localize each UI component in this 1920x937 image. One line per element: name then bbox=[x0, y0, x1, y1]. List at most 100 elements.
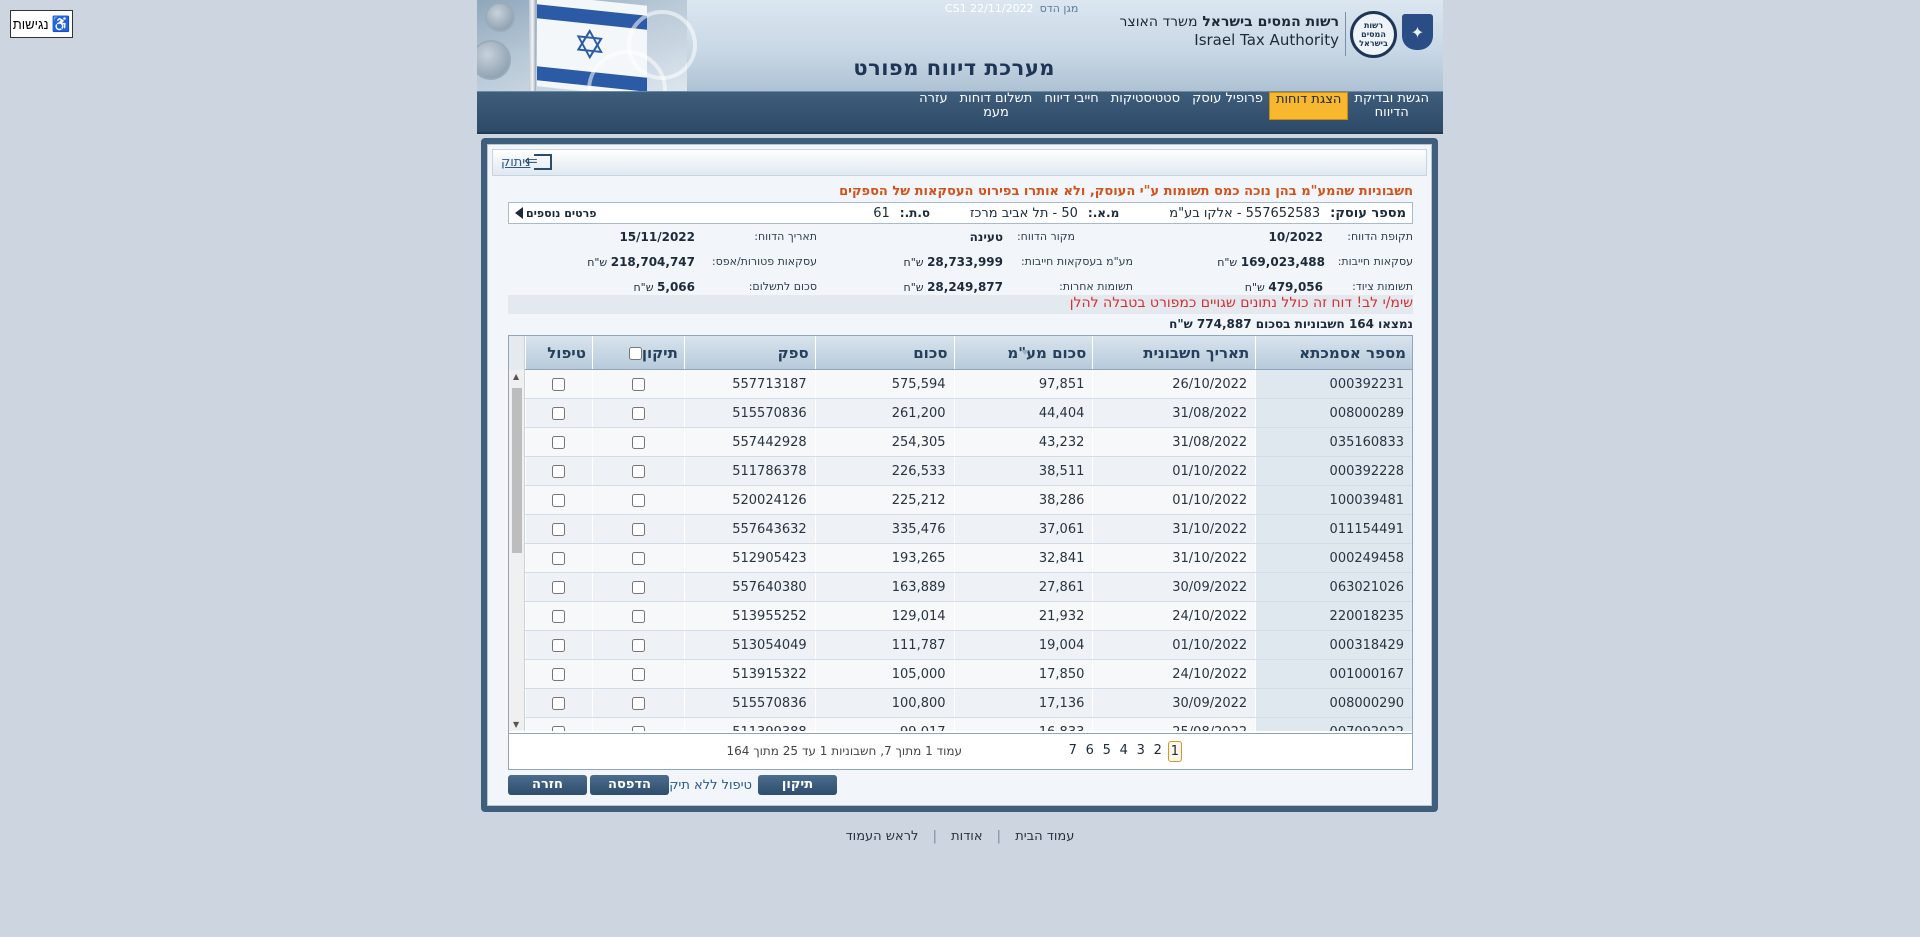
nav-item[interactable]: תשלום דוחות מעמ bbox=[954, 92, 1039, 120]
nav-item[interactable]: חייבי דיווח bbox=[1038, 92, 1104, 120]
taxable-cell: עסקאות חייבות: bbox=[1338, 255, 1413, 268]
fix-checkbox[interactable] bbox=[631, 668, 645, 681]
select-all-fix-checkbox[interactable] bbox=[628, 347, 642, 360]
nav-item[interactable]: סטטיסטיקות bbox=[1105, 92, 1186, 120]
action-buttons: תיקון טיפול ללא תיקון הדפסה חזרה bbox=[508, 775, 1413, 797]
handle-checkbox[interactable] bbox=[552, 581, 566, 594]
cell-supplier: 515570836 bbox=[683, 399, 815, 427]
footer-home-link[interactable]: עמוד הבית bbox=[1015, 829, 1074, 844]
fix-checkbox[interactable] bbox=[631, 581, 645, 594]
nav-item-label: הגשת ובדיקת bbox=[1354, 91, 1429, 106]
column-header-vat[interactable]: סכום מע"מ bbox=[953, 336, 1093, 369]
handle-checkbox[interactable] bbox=[552, 610, 566, 623]
handle-checkbox[interactable] bbox=[552, 523, 566, 536]
nav-item[interactable]: פרופיל עוסק bbox=[1186, 92, 1269, 120]
handle-checkbox[interactable] bbox=[552, 726, 566, 731]
scroll-up-icon[interactable]: ▲ bbox=[513, 372, 519, 381]
page-number[interactable]: 1 bbox=[1167, 741, 1182, 762]
fix-checkbox[interactable] bbox=[631, 639, 645, 652]
fix-checkbox[interactable] bbox=[631, 610, 645, 623]
back-button[interactable]: חזרה bbox=[508, 775, 587, 795]
payment-label: סכום לתשלום: bbox=[748, 280, 817, 293]
nav-item[interactable]: הגשת ובדיקת הדיווח bbox=[1348, 92, 1435, 120]
page-number[interactable]: 4 bbox=[1117, 741, 1131, 762]
handle-checkbox[interactable] bbox=[552, 668, 566, 681]
cell-fix bbox=[591, 544, 684, 572]
fix-checkbox[interactable] bbox=[631, 552, 645, 565]
column-header-amount[interactable]: סכום bbox=[814, 336, 954, 369]
sort-desc-icon bbox=[1020, 350, 1029, 355]
handle-checkbox[interactable] bbox=[552, 697, 566, 710]
fix-button[interactable]: תיקון bbox=[758, 775, 837, 795]
handle-checkbox[interactable] bbox=[552, 494, 566, 507]
scroll-down-icon[interactable]: ▼ bbox=[513, 720, 519, 729]
nav-item[interactable]: עזרה bbox=[913, 92, 953, 120]
logo-divider bbox=[1345, 12, 1346, 56]
handle-checkbox[interactable] bbox=[552, 639, 566, 652]
handle-checkbox[interactable] bbox=[552, 465, 566, 478]
logout-link[interactable]: ניתוק bbox=[501, 151, 553, 170]
equipment-cell: תשומות ציוד: bbox=[1352, 280, 1413, 293]
nav-item-label: סטטיסטיקות bbox=[1110, 91, 1181, 106]
cell-vat: 17,136 bbox=[953, 689, 1093, 717]
fix-checkbox[interactable] bbox=[631, 465, 645, 478]
handle-checkbox[interactable] bbox=[552, 378, 566, 391]
grid-scrollbar[interactable]: ▲ ▼ bbox=[509, 370, 525, 731]
cell-date: 26/10/2022 bbox=[1092, 370, 1255, 398]
cell-date: 01/10/2022 bbox=[1092, 457, 1255, 485]
cell-fix bbox=[591, 718, 684, 731]
sat-label: ס.ת.: bbox=[899, 206, 931, 220]
column-header-supplier[interactable]: ספק bbox=[683, 336, 815, 369]
fix-checkbox[interactable] bbox=[631, 726, 645, 731]
table-row: 100039481 01/10/2022 38,286 225,212 52002412… bbox=[525, 486, 1412, 515]
column-header-fix-label: תיקון bbox=[641, 344, 678, 362]
equipment-value-cell: 479,056 ש"ח bbox=[1245, 280, 1323, 294]
accessibility-button[interactable]: נגישות ♿ bbox=[10, 10, 73, 38]
fix-checkbox[interactable] bbox=[631, 523, 645, 536]
cell-supplier: 513054049 bbox=[683, 631, 815, 659]
column-header-ref[interactable]: מספר אסמכתא bbox=[1255, 336, 1412, 369]
cell-amount: 105,000 bbox=[814, 660, 954, 688]
cell-fix bbox=[591, 515, 684, 543]
cell-handle bbox=[525, 457, 592, 485]
handle-checkbox[interactable] bbox=[552, 552, 566, 565]
print-button[interactable]: הדפסה bbox=[590, 775, 669, 795]
page-number[interactable]: 5 bbox=[1100, 741, 1114, 762]
footer-about-link[interactable]: אודות bbox=[951, 829, 982, 844]
fix-checkbox[interactable] bbox=[631, 407, 645, 420]
nav-item[interactable]: הצגת דוחות bbox=[1268, 92, 1349, 120]
cell-ref: 000318429 bbox=[1255, 631, 1412, 659]
page-number[interactable]: 7 bbox=[1066, 741, 1080, 762]
page-number[interactable]: 2 bbox=[1151, 741, 1165, 762]
fix-checkbox[interactable] bbox=[631, 378, 645, 391]
footer-top-link[interactable]: לראש העמוד bbox=[846, 829, 919, 844]
fix-checkbox[interactable] bbox=[631, 697, 645, 710]
cell-amount: 254,305 bbox=[814, 428, 954, 456]
pager: 1234567 עמוד 1 מתוך 7, חשבוניות 1 עד 25 … bbox=[509, 733, 1412, 769]
alert-row: שימ/י לב! דוח זה כולל נתונים שגויים כמפו… bbox=[508, 295, 1413, 314]
cell-amount: 100,800 bbox=[814, 689, 954, 717]
fix-checkbox[interactable] bbox=[631, 436, 645, 449]
cell-ref: 008000290 bbox=[1255, 689, 1412, 717]
fix-checkbox[interactable] bbox=[631, 494, 645, 507]
cell-date: 01/10/2022 bbox=[1092, 631, 1255, 659]
invoices-grid: מספר אסמכתא תאריך חשבונית סכום מע"מ סכום… bbox=[508, 335, 1413, 770]
business-row: מספר עוסק: 557652583 - אלקו בע"מ מ.א.: 5… bbox=[508, 202, 1413, 224]
cell-amount: 575,594 bbox=[814, 370, 954, 398]
coin-icon bbox=[485, 2, 515, 32]
equipment-label: תשומות ציוד: bbox=[1352, 280, 1413, 293]
handle-without-fix-link[interactable]: טיפול ללא תיקון bbox=[662, 778, 752, 793]
more-details-link[interactable]: פרטים נוספים bbox=[515, 207, 596, 220]
cell-amount: 225,212 bbox=[814, 486, 954, 514]
nav-item-label: פרופיל עוסק bbox=[1192, 91, 1263, 106]
scrollbar-thumb[interactable] bbox=[512, 388, 522, 553]
cell-amount: 111,787 bbox=[814, 631, 954, 659]
handle-checkbox[interactable] bbox=[552, 436, 566, 449]
cell-date: 30/09/2022 bbox=[1092, 689, 1255, 717]
page-number[interactable]: 3 bbox=[1134, 741, 1148, 762]
details-row-2: עסקאות חייבות: 169,023,488 ש"ח מע"מ בעסק… bbox=[508, 249, 1413, 273]
column-header-date[interactable]: תאריך חשבונית bbox=[1092, 336, 1255, 369]
handle-checkbox[interactable] bbox=[552, 407, 566, 420]
page-number[interactable]: 6 bbox=[1083, 741, 1097, 762]
cell-fix bbox=[591, 631, 684, 659]
